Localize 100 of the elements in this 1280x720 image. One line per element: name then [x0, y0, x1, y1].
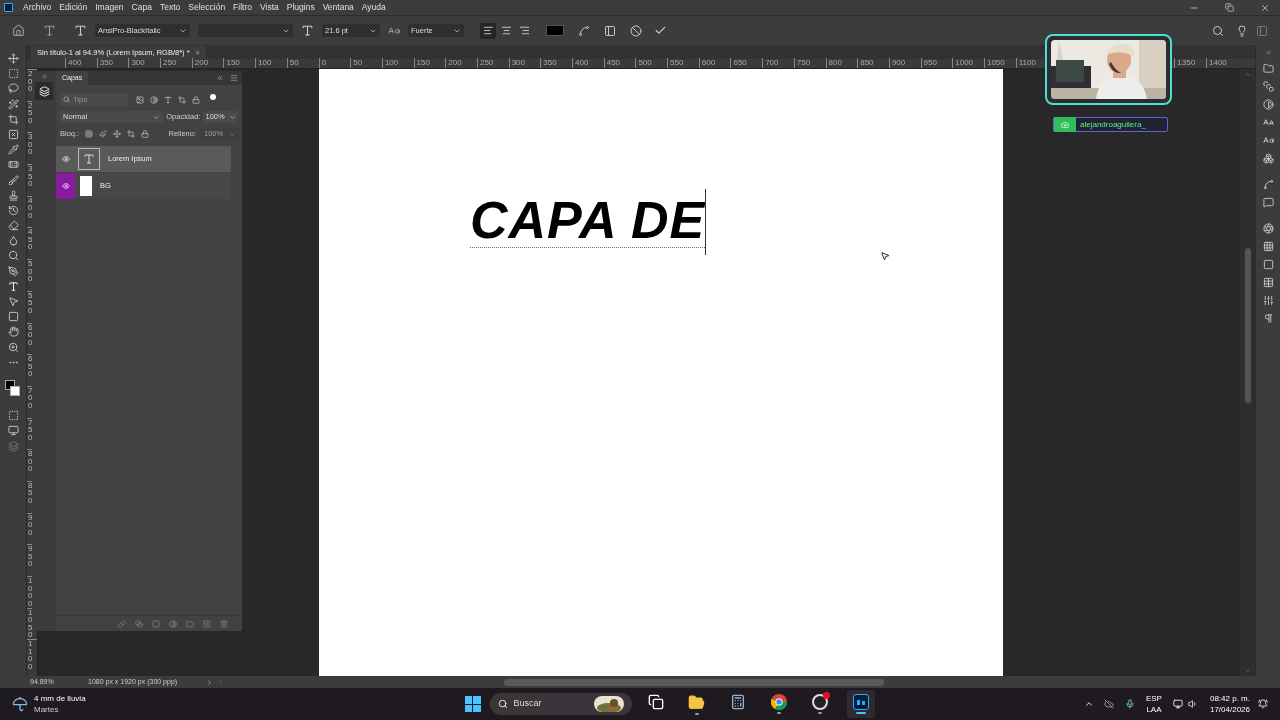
filter-toggle[interactable]	[210, 93, 216, 100]
table-icon[interactable]	[1262, 277, 1274, 288]
language-indicator[interactable]: ESP	[1145, 693, 1162, 704]
pixel-filter-icon[interactable]	[136, 95, 144, 104]
cloud-off-icon[interactable]	[1103, 699, 1114, 709]
pen-icon[interactable]	[7, 265, 19, 277]
crop-icon[interactable]	[7, 113, 19, 125]
lasso-icon[interactable]	[7, 83, 19, 95]
background-color-swatch[interactable]	[10, 385, 20, 396]
type-filter-icon[interactable]	[164, 95, 172, 104]
search-icon[interactable]	[1212, 24, 1224, 37]
restore-icon[interactable]	[1225, 3, 1234, 12]
cube-icon[interactable]	[1262, 153, 1274, 164]
frame-icon[interactable]	[7, 128, 19, 140]
clock-time[interactable]: 08:42 p. m.	[1209, 693, 1250, 704]
network-icon[interactable]	[1172, 699, 1183, 709]
commit-icon[interactable]	[654, 24, 667, 37]
magic-wand-icon[interactable]	[7, 98, 19, 110]
tray-expand-icon[interactable]	[1083, 699, 1094, 709]
photoshop-icon[interactable]	[852, 694, 869, 710]
text-icon[interactable]	[7, 280, 19, 292]
menu-item[interactable]: Texto	[155, 1, 185, 14]
character-icon[interactable]	[1262, 117, 1274, 128]
close-icon[interactable]	[1260, 2, 1270, 13]
collapse-icon[interactable]	[216, 74, 224, 82]
chevron-right-icon[interactable]	[206, 678, 213, 686]
visibility-toggle[interactable]	[56, 173, 75, 199]
volume-icon[interactable]	[1187, 699, 1198, 709]
start-icon[interactable]	[464, 696, 481, 712]
sphere-icon[interactable]	[1262, 223, 1274, 234]
move-icon[interactable]	[7, 53, 19, 64]
browser-icon[interactable]	[770, 694, 787, 710]
magnifier-icon[interactable]	[7, 250, 19, 262]
lock-pixels-icon[interactable]	[85, 130, 94, 138]
search-field[interactable]: Buscar	[489, 693, 632, 715]
pointer-icon[interactable]	[7, 296, 19, 307]
square-icon[interactable]	[1262, 259, 1274, 270]
eraser-icon[interactable]	[7, 220, 19, 232]
menu-item[interactable]: Edición	[55, 1, 92, 14]
brush-icon[interactable]	[7, 174, 19, 186]
taskbar-app[interactable]	[846, 690, 875, 718]
zoom-icon[interactable]	[7, 341, 19, 353]
sliders-icon[interactable]	[1262, 295, 1274, 306]
warp-text-icon[interactable]	[578, 24, 590, 37]
layers-panel-button[interactable]	[35, 82, 53, 100]
bandage-icon[interactable]	[7, 159, 19, 171]
task-view-icon[interactable]	[647, 694, 664, 710]
cancel-icon[interactable]	[630, 24, 642, 37]
droplet-icon[interactable]	[7, 235, 19, 247]
lock-all-icon[interactable]	[141, 130, 150, 138]
align-button[interactable]	[480, 22, 496, 39]
app-logo-icon[interactable]	[4, 3, 13, 12]
shape-filter-icon[interactable]	[178, 95, 186, 104]
antialias-icon[interactable]	[388, 24, 400, 37]
menu-item[interactable]: Selección	[184, 1, 230, 14]
workspace-icon[interactable]	[1256, 24, 1268, 37]
hand-icon[interactable]	[7, 326, 19, 338]
notification-icon[interactable]	[1258, 699, 1268, 709]
clock-date[interactable]: 17/04/2026	[1209, 704, 1250, 715]
recorder-icon[interactable]	[811, 694, 828, 710]
smart-filter-icon[interactable]	[192, 95, 200, 104]
lightbulb-icon[interactable]	[1236, 24, 1248, 37]
paragraph-icon[interactable]	[1262, 313, 1274, 324]
contrast-icon[interactable]	[1262, 99, 1274, 110]
scrollbar-thumb[interactable]	[1244, 248, 1251, 403]
rectangle-icon[interactable]	[7, 311, 19, 323]
adjustment-filter-icon[interactable]	[150, 95, 158, 104]
text-style-icon[interactable]	[1262, 135, 1274, 146]
horizontal-scrollbar[interactable]	[504, 678, 884, 686]
stamp-icon[interactable]	[7, 189, 19, 201]
stack-icon[interactable]	[1262, 81, 1274, 92]
home-icon[interactable]	[12, 24, 25, 37]
lock-artboard-icon[interactable]	[127, 130, 136, 138]
screen-mode-icon[interactable]	[7, 425, 19, 437]
history-icon[interactable]	[7, 204, 19, 216]
text-color-swatch[interactable]	[546, 25, 564, 36]
curve-icon[interactable]	[1262, 179, 1274, 190]
weather-day[interactable]: Martes	[34, 704, 86, 715]
weather-icon[interactable]	[12, 696, 28, 712]
lock-paint-icon[interactable]	[99, 130, 108, 138]
font-size-icon[interactable]	[301, 24, 314, 37]
text-orientation-icon[interactable]	[74, 24, 87, 37]
menu-item[interactable]: Archivo	[19, 1, 56, 14]
panel-menu-icon[interactable]	[230, 74, 238, 82]
menu-item[interactable]: Plugins	[282, 1, 319, 14]
quick-mask-icon[interactable]	[7, 410, 19, 422]
panels-icon[interactable]	[604, 24, 616, 37]
menu-item[interactable]: Capa	[127, 1, 156, 14]
grid-icon[interactable]	[1262, 241, 1274, 252]
lock-position-icon[interactable]	[113, 130, 122, 138]
menu-item[interactable]: Imagen	[91, 1, 128, 14]
text-tool-icon[interactable]	[43, 24, 56, 37]
weather-text[interactable]: 4 mm de lluvia	[34, 693, 86, 704]
menu-item[interactable]: Filtro	[229, 1, 256, 14]
calculator-icon[interactable]	[729, 694, 746, 710]
microphone-icon[interactable]	[1124, 699, 1135, 709]
folder-icon[interactable]	[688, 693, 706, 711]
menu-item[interactable]: Ayuda	[357, 1, 390, 14]
comment-icon[interactable]	[1262, 197, 1274, 208]
menu-item[interactable]: Ventana	[318, 1, 358, 14]
